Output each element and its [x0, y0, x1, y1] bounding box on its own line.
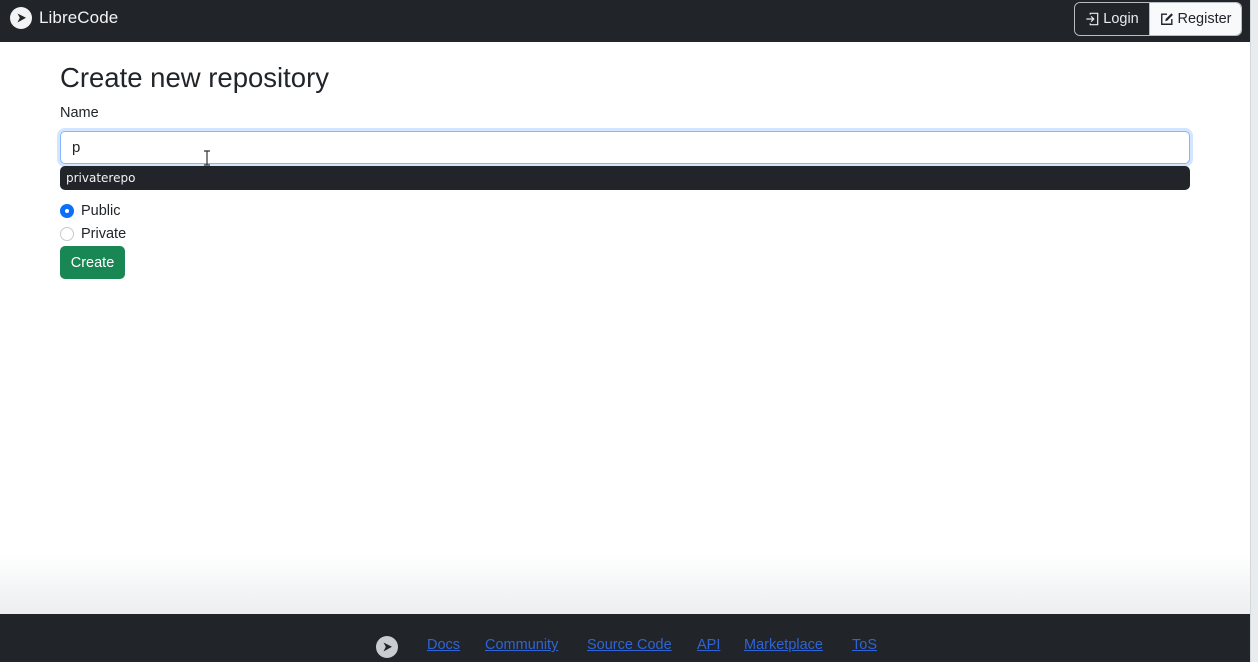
autocomplete-suggestion[interactable]: privaterepo [60, 171, 135, 185]
footer-fade [0, 553, 1258, 614]
create-button[interactable]: Create [60, 246, 125, 279]
footer-link-docs[interactable]: Docs [427, 637, 460, 653]
brand-link[interactable]: LibreCode [10, 7, 118, 29]
page-title: Create new repository [60, 62, 330, 93]
private-label: Private [81, 226, 127, 242]
footer-link-community[interactable]: Community [485, 637, 558, 653]
repository-name-input[interactable] [60, 131, 1190, 164]
login-label: Login [1103, 11, 1139, 27]
auth-button-group: Login Register [1074, 2, 1242, 36]
login-button[interactable]: Login [1075, 3, 1150, 35]
footer-link-marketplace[interactable]: Marketplace [744, 637, 823, 653]
play-circle-icon[interactable] [376, 636, 398, 658]
footer-link-tos[interactable]: ToS [852, 637, 877, 653]
login-arrow-icon [1086, 12, 1099, 26]
top-navbar: LibreCode Login Register [0, 0, 1258, 42]
footer: Docs Community Source Code API Marketpla… [0, 614, 1258, 662]
footer-link-api[interactable]: API [697, 637, 720, 653]
name-label: Name [60, 105, 99, 121]
play-circle-icon [10, 7, 32, 29]
visibility-private-option[interactable]: Private [60, 224, 126, 244]
autocomplete-dropdown: privaterepo [60, 166, 1190, 190]
public-radio[interactable] [60, 204, 74, 218]
public-label: Public [81, 203, 121, 219]
visibility-public-option[interactable]: Public [60, 201, 121, 221]
brand-name: LibreCode [39, 8, 119, 27]
register-button[interactable]: Register [1150, 3, 1241, 35]
footer-link-source-code[interactable]: Source Code [587, 637, 672, 653]
register-label: Register [1177, 11, 1232, 27]
private-radio[interactable] [60, 227, 74, 241]
window-scrollbar[interactable] [1250, 0, 1258, 662]
edit-square-icon [1160, 13, 1173, 25]
